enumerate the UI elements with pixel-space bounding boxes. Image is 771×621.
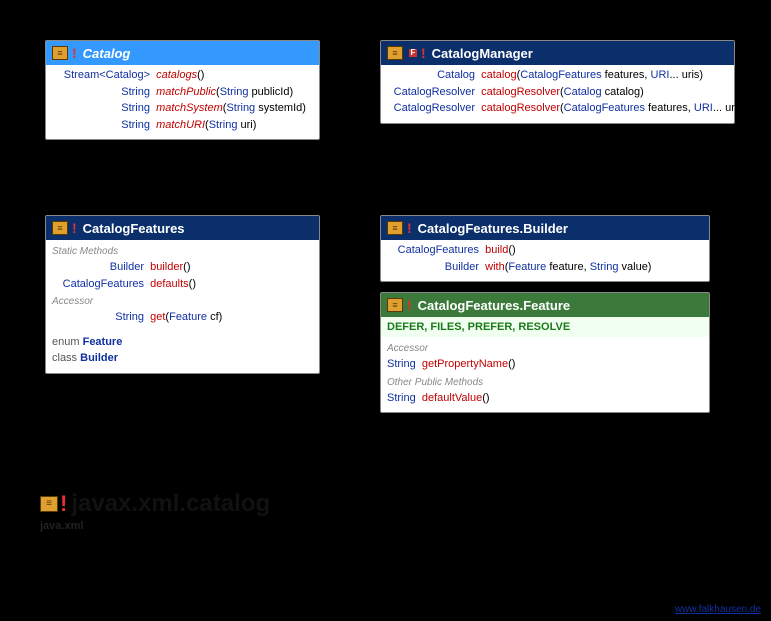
members: Stream<Catalog> catalogs() String matchP… xyxy=(46,65,319,139)
class-icon: ≡ xyxy=(52,221,68,235)
method-row: String matchSystem(String systemId) xyxy=(52,100,313,117)
method-row: Stream<Catalog> catalogs() xyxy=(52,67,313,84)
method-row: String matchPublic(String publicId) xyxy=(52,84,313,101)
package-title: ≡ ! javax.xml.catalog xyxy=(40,490,270,518)
class-catalog-features-feature: ≡ ! CatalogFeatures.Feature DEFER, FILES… xyxy=(380,292,710,413)
class-header: ≡ ! CatalogFeatures.Builder xyxy=(381,216,709,240)
section-other: Other Public Methods xyxy=(387,375,703,390)
method-row: String defaultValue() xyxy=(387,390,703,407)
class-icon: ≡ xyxy=(387,46,403,60)
method-row: Catalog catalog(CatalogFeatures features… xyxy=(387,67,728,84)
class-catalog: ≡ ! Catalog Stream<Catalog> catalogs() S… xyxy=(45,40,320,140)
class-icon: ≡ xyxy=(387,298,403,312)
watermark-link[interactable]: www.falkhausen.de xyxy=(675,604,761,615)
section-accessor: Accessor xyxy=(52,294,313,309)
method-row: String getPropertyName() xyxy=(387,356,703,373)
method-row: CatalogFeatures build() xyxy=(387,242,703,259)
class-header: ≡ F ! CatalogManager xyxy=(381,41,734,65)
class-icon: ≡ xyxy=(52,46,68,60)
class-catalog-features-builder: ≡ ! CatalogFeatures.Builder CatalogFeatu… xyxy=(380,215,710,282)
class-name: CatalogFeatures xyxy=(83,221,185,236)
section-accessor: Accessor xyxy=(387,341,703,356)
bang-icon: ! xyxy=(72,45,77,61)
method-row: CatalogResolver catalogResolver(CatalogF… xyxy=(387,100,728,117)
class-name: CatalogFeatures.Feature xyxy=(418,298,570,313)
section-static: Static Methods xyxy=(52,244,313,259)
package-module: java.xml xyxy=(40,520,270,532)
bang-icon: ! xyxy=(407,297,412,313)
class-name: CatalogFeatures.Builder xyxy=(418,221,568,236)
bang-icon: ! xyxy=(407,220,412,236)
nested-row: class Builder xyxy=(52,350,313,367)
members: Catalog catalog(CatalogFeatures features… xyxy=(381,65,734,123)
nested-row: enum Feature xyxy=(52,334,313,351)
members: Accessor String getPropertyName() Other … xyxy=(381,337,709,412)
method-row: String get(Feature cf) xyxy=(52,309,313,326)
method-row: String matchURI(String uri) xyxy=(52,117,313,134)
package-box: ≡ ! javax.xml.catalog java.xml xyxy=(40,490,270,532)
class-header: ≡ ! Catalog xyxy=(46,41,319,65)
class-header: ≡ ! CatalogFeatures xyxy=(46,216,319,240)
members: Static Methods Builder builder() Catalog… xyxy=(46,240,319,373)
package-icon: ≡ xyxy=(40,496,58,512)
class-catalog-manager: ≡ F ! CatalogManager Catalog catalog(Cat… xyxy=(380,40,735,124)
method-row: CatalogFeatures defaults() xyxy=(52,276,313,293)
final-mark-icon: F xyxy=(409,49,417,57)
package-name: javax.xml.catalog xyxy=(71,490,270,518)
class-name: CatalogManager xyxy=(432,46,533,61)
members: CatalogFeatures build() Builder with(Fea… xyxy=(381,240,709,281)
bang-icon: ! xyxy=(72,220,77,236)
bang-icon: ! xyxy=(60,491,67,517)
method-row: Builder builder() xyxy=(52,259,313,276)
enum-constants: DEFER, FILES, PREFER, RESOLVE xyxy=(381,317,709,337)
class-catalog-features: ≡ ! CatalogFeatures Static Methods Build… xyxy=(45,215,320,374)
class-header: ≡ ! CatalogFeatures.Feature xyxy=(381,293,709,317)
class-icon: ≡ xyxy=(387,221,403,235)
method-row: Builder with(Feature feature, String val… xyxy=(387,259,703,276)
class-name: Catalog xyxy=(83,46,131,61)
bang-icon: ! xyxy=(421,45,426,61)
method-row: CatalogResolver catalogResolver(Catalog … xyxy=(387,84,728,101)
